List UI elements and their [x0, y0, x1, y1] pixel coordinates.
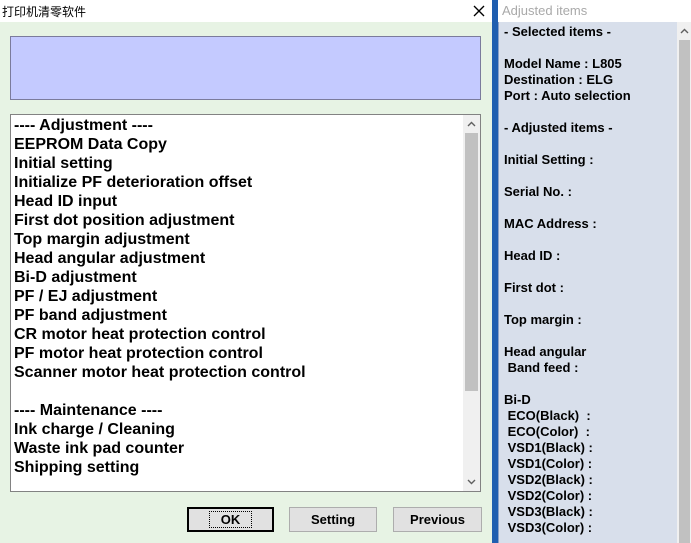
list-item[interactable]: PF band adjustment	[14, 306, 462, 325]
ok-button[interactable]: OK	[187, 507, 274, 532]
list-item[interactable]: First dot position adjustment	[14, 211, 462, 230]
previous-button[interactable]: Previous	[393, 507, 482, 532]
panel-lines: - Selected items - Model Name : L805 Desti…	[504, 24, 674, 536]
panel-line: Model Name : L805	[504, 56, 622, 71]
panel-line: VSD2(Black) :	[504, 472, 593, 487]
panel-title: Adjusted items	[502, 3, 588, 18]
list-item[interactable]: Bi-D adjustment	[14, 268, 462, 287]
list-item[interactable]: Shipping setting	[14, 458, 462, 477]
list-item[interactable]: PF motor heat protection control	[14, 344, 462, 363]
panel-scroll-thumb[interactable]	[679, 40, 690, 543]
panel-line: VSD1(Black) :	[504, 440, 593, 455]
panel-line: Port : Auto selection	[504, 88, 631, 103]
list-item[interactable]: Waste ink pad counter	[14, 439, 462, 458]
setting-button[interactable]: Setting	[289, 507, 377, 532]
list-item[interactable]: CR motor heat protection control	[14, 325, 462, 344]
function-list[interactable]: ---- Adjustment ---- EEPROM Data Copy Init…	[10, 114, 481, 492]
panel-title-bar: Adjusted items	[498, 0, 691, 22]
list-item[interactable]: Head ID input	[14, 192, 462, 211]
panel-line: VSD1(Color) :	[504, 456, 593, 471]
panel-line: Top margin :	[504, 312, 582, 327]
list-item[interactable]: EEPROM Data Copy	[14, 135, 462, 154]
title-bar: 打印机清零软件	[0, 0, 492, 22]
panel-line: - Selected items -	[504, 24, 611, 39]
panel-line	[504, 264, 674, 280]
panel-line: Initial Setting :	[504, 152, 594, 167]
list-item[interactable]: Ink charge / Cleaning	[14, 420, 462, 439]
panel-line: VSD2(Color) :	[504, 488, 593, 503]
list-item[interactable]: Scanner motor heat protection control	[14, 363, 462, 382]
status-display	[10, 36, 481, 100]
panel-line: ECO(Color) :	[504, 424, 590, 439]
list-item[interactable]: PF / EJ adjustment	[14, 287, 462, 306]
list-scroll-thumb[interactable]	[465, 133, 478, 391]
panel-line: Destination : ELG	[504, 72, 614, 87]
scroll-up-arrow-icon[interactable]	[467, 120, 476, 129]
list-item[interactable]: ---- Maintenance ----	[14, 401, 462, 420]
panel-line	[504, 168, 674, 184]
panel-line: VSD3(Color) :	[504, 520, 593, 535]
list-scrollbar[interactable]	[463, 115, 480, 491]
close-icon	[473, 5, 485, 17]
adjusted-items-panel: Adjusted items - Selected items - Model N…	[498, 0, 691, 543]
panel-line	[504, 200, 674, 216]
main-dialog: 打印机清零软件 ---- Adjustment ---- EEPROM Data …	[0, 0, 492, 543]
panel-line: Serial No. :	[504, 184, 572, 199]
function-list-items: ---- Adjustment ---- EEPROM Data Copy Init…	[14, 116, 462, 477]
scroll-down-arrow-icon[interactable]	[467, 477, 476, 486]
panel-line	[504, 104, 674, 120]
list-item[interactable]: Initial setting	[14, 154, 462, 173]
panel-line	[504, 328, 674, 344]
list-item[interactable]: Head angular adjustment	[14, 249, 462, 268]
panel-line	[504, 376, 674, 392]
panel-scroll-up-arrow-icon[interactable]	[680, 27, 689, 36]
panel-line: - Adjusted items -	[504, 120, 613, 135]
panel-line: MAC Address :	[504, 216, 597, 231]
panel-line: First dot :	[504, 280, 564, 295]
panel-line	[504, 40, 674, 56]
list-item[interactable]: ---- Adjustment ----	[14, 116, 462, 135]
panel-line	[504, 296, 674, 312]
ok-button-label: OK	[208, 511, 253, 528]
panel-line: Bi-D	[504, 392, 531, 407]
panel-line	[504, 232, 674, 248]
list-item[interactable]: Initialize PF deterioration offset	[14, 173, 462, 192]
list-item[interactable]	[14, 382, 462, 401]
panel-body: - Selected items - Model Name : L805 Desti…	[498, 22, 691, 543]
panel-line: Band feed :	[504, 360, 579, 375]
panel-line: Head angular	[504, 344, 587, 359]
close-button[interactable]	[466, 0, 492, 22]
panel-scrollbar[interactable]	[677, 22, 691, 543]
panel-line: ECO(Black) :	[504, 408, 591, 423]
panel-line: Head ID :	[504, 248, 561, 263]
panel-line	[504, 136, 674, 152]
list-item[interactable]: Top margin adjustment	[14, 230, 462, 249]
window-title: 打印机清零软件	[2, 5, 87, 19]
panel-line: VSD3(Black) :	[504, 504, 593, 519]
